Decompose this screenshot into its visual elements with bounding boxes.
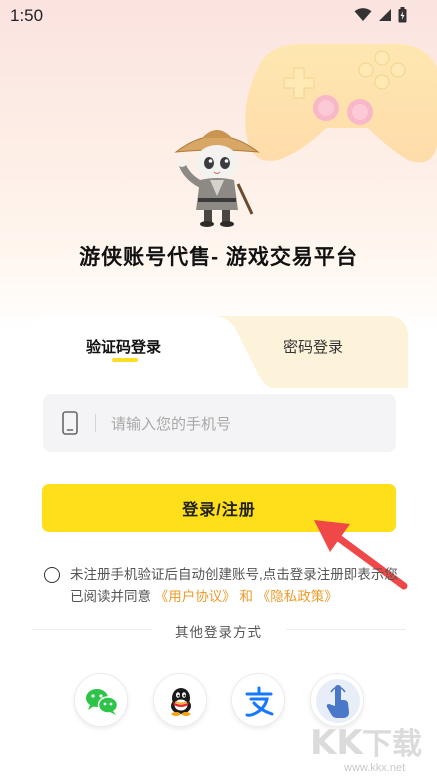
tab-divider-curve bbox=[214, 316, 274, 388]
watermark-url: www.kkx.net bbox=[344, 762, 406, 774]
phone-number-input[interactable] bbox=[109, 394, 383, 454]
qq-icon bbox=[171, 688, 191, 716]
tab-verify-code-login[interactable]: 验证码登录 bbox=[86, 336, 161, 357]
gamepad-decoration-icon bbox=[238, 20, 437, 190]
alipay-login-button[interactable] bbox=[231, 673, 285, 727]
app-title: 游侠账号代售- 游戏交易平台 bbox=[79, 246, 358, 269]
svg-text:KK: KK bbox=[310, 723, 364, 763]
alipay-icon bbox=[245, 686, 274, 717]
mascot-cat-illustration bbox=[172, 118, 262, 230]
wechat-login-button[interactable] bbox=[74, 673, 128, 727]
qq-login-button[interactable] bbox=[153, 673, 207, 727]
phone-input-container bbox=[43, 394, 396, 454]
phone-icon bbox=[61, 411, 79, 435]
agreement-checkbox[interactable] bbox=[44, 567, 60, 583]
svg-text:下载: 下载 bbox=[362, 727, 422, 762]
agreement-text: 未注册手机验证后自动创建账号,点击登录注册即表示您已阅读并同意 《用户协议》 和… bbox=[70, 564, 400, 608]
user-agreement-link[interactable]: 《用户协议》 bbox=[155, 589, 236, 604]
wechat-icon bbox=[86, 689, 119, 715]
tab-password-login[interactable]: 密码登录 bbox=[283, 336, 343, 357]
other-login-title: 其他登录方式 bbox=[175, 625, 262, 640]
input-divider bbox=[95, 414, 96, 432]
agreement-conjunction: 和 bbox=[239, 589, 254, 604]
status-time: 1:50 bbox=[10, 6, 44, 25]
active-tab-indicator bbox=[112, 358, 138, 362]
privacy-policy-link[interactable]: 《隐私政策》 bbox=[257, 589, 338, 604]
